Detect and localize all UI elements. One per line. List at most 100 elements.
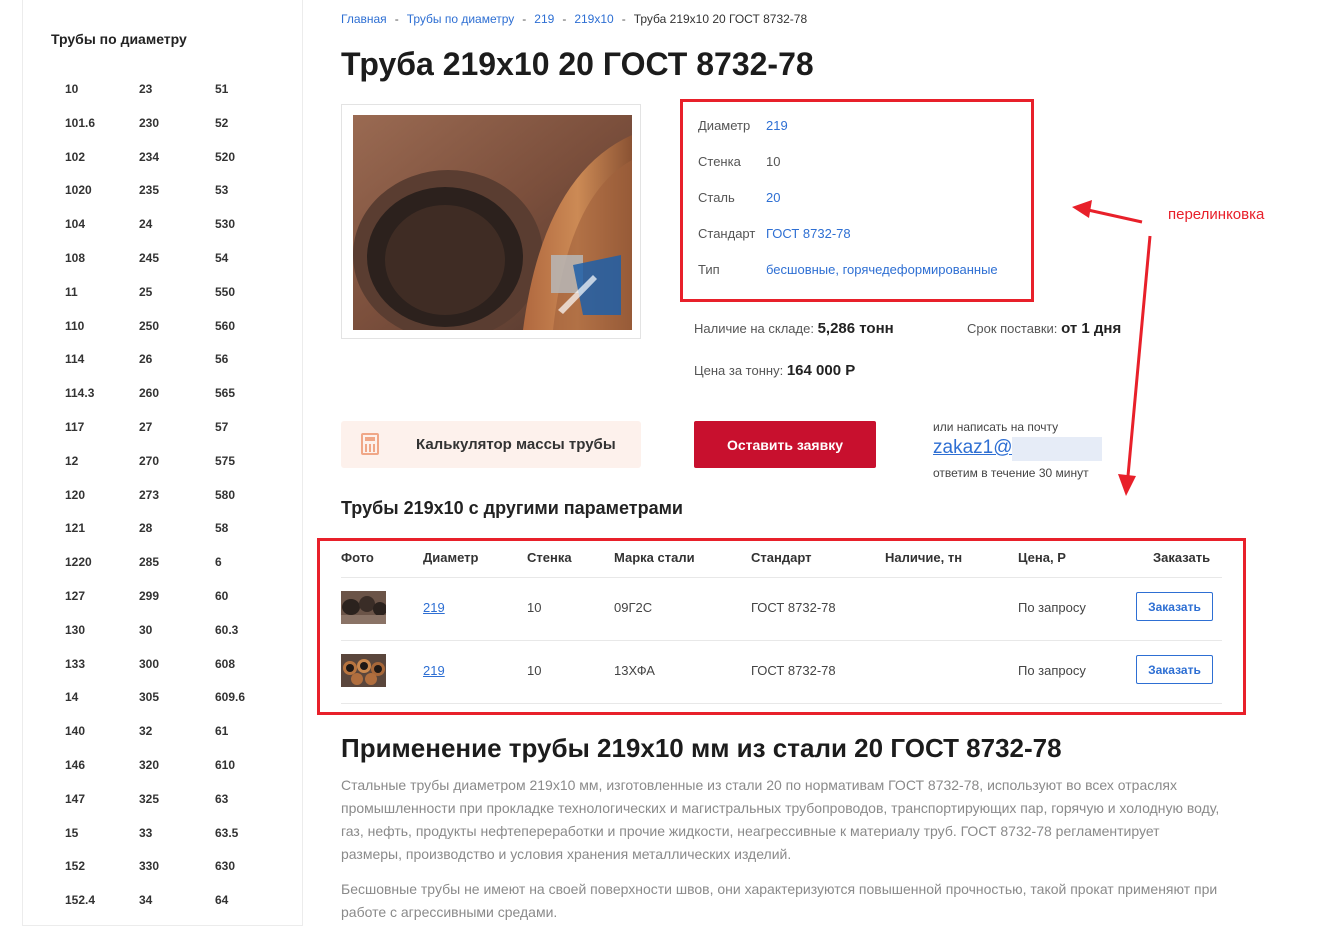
diameter-link[interactable]: 580 xyxy=(215,484,289,518)
row-order-button[interactable]: Заказать xyxy=(1136,592,1213,621)
product-image xyxy=(353,115,632,330)
property-value[interactable]: ГОСТ 8732-78 xyxy=(766,226,851,241)
breadcrumb-link[interactable]: Трубы по диаметру xyxy=(407,12,515,26)
diameter-link[interactable]: 117 xyxy=(65,416,139,450)
diameter-link[interactable]: 260 xyxy=(139,382,215,416)
diameter-link[interactable]: 108 xyxy=(65,247,139,281)
diameter-link[interactable]: 520 xyxy=(215,146,289,180)
diameter-link[interactable]: 30 xyxy=(139,619,215,653)
product-photo[interactable] xyxy=(341,104,641,339)
diameter-link[interactable]: 33 xyxy=(139,822,215,856)
diameter-link[interactable]: 15 xyxy=(65,822,139,856)
diameter-link[interactable]: 58 xyxy=(215,517,289,551)
diameter-link[interactable]: 330 xyxy=(139,855,215,889)
diameter-link[interactable]: 285 xyxy=(139,551,215,585)
diameter-link[interactable]: 14 xyxy=(65,686,139,720)
diameter-link[interactable]: 608 xyxy=(215,653,289,687)
diameter-link[interactable]: 230 xyxy=(139,112,215,146)
diameter-link[interactable]: 146 xyxy=(65,754,139,788)
diameter-link[interactable]: 565 xyxy=(215,382,289,416)
diameter-link[interactable]: 110 xyxy=(65,315,139,349)
diameter-link[interactable]: 1020 xyxy=(65,179,139,213)
diameter-link[interactable]: 609.6 xyxy=(215,686,289,720)
diameter-link[interactable]: 10 xyxy=(65,78,139,112)
diameter-link[interactable]: 121 xyxy=(65,517,139,551)
diameter-link[interactable]: 630 xyxy=(215,855,289,889)
leave-request-button[interactable]: Оставить заявку xyxy=(694,421,876,468)
diameter-link[interactable]: 102 xyxy=(65,146,139,180)
diameter-link[interactable]: 24 xyxy=(139,213,215,247)
breadcrumb-separator: - xyxy=(562,12,567,26)
diameter-link[interactable]: 104 xyxy=(65,213,139,247)
diameter-link[interactable]: 320 xyxy=(139,754,215,788)
breadcrumb-link[interactable]: 219 xyxy=(534,12,554,26)
diameter-link[interactable]: 299 xyxy=(139,585,215,619)
diameter-link[interactable]: 6 xyxy=(215,551,289,585)
diameter-link[interactable]: 250 xyxy=(139,315,215,349)
diameter-link[interactable]: 234 xyxy=(139,146,215,180)
diameter-link[interactable]: 64 xyxy=(215,889,289,923)
diameter-link[interactable]: 152.4 xyxy=(65,889,139,923)
diameter-link[interactable]: 120 xyxy=(65,484,139,518)
diameter-link[interactable]: 235 xyxy=(139,179,215,213)
diameter-link[interactable]: 127 xyxy=(65,585,139,619)
diameter-link[interactable]: 245 xyxy=(139,247,215,281)
diameter-link[interactable]: 140 xyxy=(65,720,139,754)
diameter-link[interactable]: 51 xyxy=(215,78,289,112)
diameter-link[interactable]: 23 xyxy=(139,78,215,112)
diameter-link[interactable]: 52 xyxy=(215,112,289,146)
diameter-link[interactable]: 57 xyxy=(215,416,289,450)
breadcrumb-link[interactable]: Главная xyxy=(341,12,387,26)
diameter-link[interactable]: 11 xyxy=(65,281,139,315)
diameter-link[interactable]: 63.5 xyxy=(215,822,289,856)
diameter-link[interactable]: 32 xyxy=(139,720,215,754)
table-header: Стенка xyxy=(527,550,572,565)
breadcrumb-link[interactable]: 219x10 xyxy=(574,12,613,26)
annotation-arrow-down xyxy=(1126,235,1152,477)
property-value[interactable]: 20 xyxy=(766,190,780,205)
diameter-link[interactable]: 114 xyxy=(65,348,139,382)
property-value[interactable]: 219 xyxy=(766,118,788,133)
diameter-link[interactable]: 1220 xyxy=(65,551,139,585)
diameter-link[interactable]: 12 xyxy=(65,450,139,484)
property-value[interactable]: бесшовные, горячедеформированные xyxy=(766,262,998,277)
diameter-link[interactable]: 34 xyxy=(139,889,215,923)
diameter-link[interactable]: 550 xyxy=(215,281,289,315)
diameter-link[interactable]: 270 xyxy=(139,450,215,484)
property-key: Диаметр xyxy=(698,118,751,133)
email-link[interactable]: zakaz1@ xyxy=(933,437,1013,459)
row-thumbnail xyxy=(341,654,386,687)
diameter-link[interactable]: 305 xyxy=(139,686,215,720)
row-order-button[interactable]: Заказать xyxy=(1136,655,1213,684)
property-value: 10 xyxy=(766,154,781,169)
diameter-link[interactable]: 560 xyxy=(215,315,289,349)
diameter-link[interactable]: 28 xyxy=(139,517,215,551)
diameter-link[interactable]: 530 xyxy=(215,213,289,247)
diameter-link[interactable]: 300 xyxy=(139,653,215,687)
diameter-link[interactable]: 61 xyxy=(215,720,289,754)
diameter-link[interactable]: 130 xyxy=(65,619,139,653)
diameter-link[interactable]: 152 xyxy=(65,855,139,889)
diameter-link[interactable]: 114.3 xyxy=(65,382,139,416)
diameter-link[interactable]: 54 xyxy=(215,247,289,281)
cell-diameter[interactable]: 219 xyxy=(423,663,445,678)
table-header: Цена, Р xyxy=(1018,550,1066,565)
cell-diameter[interactable]: 219 xyxy=(423,600,445,615)
diameter-link[interactable]: 133 xyxy=(65,653,139,687)
diameter-link[interactable]: 147 xyxy=(65,788,139,822)
diameter-link[interactable]: 63 xyxy=(215,788,289,822)
diameter-link[interactable]: 575 xyxy=(215,450,289,484)
diameter-link[interactable]: 325 xyxy=(139,788,215,822)
diameter-link[interactable]: 26 xyxy=(139,348,215,382)
diameter-list: 10 23 51 101.6 230 52 102 234 520 1020 235 53 104 24 5… xyxy=(65,78,289,923)
diameter-link[interactable]: 56 xyxy=(215,348,289,382)
diameter-link[interactable]: 60 xyxy=(215,585,289,619)
diameter-link[interactable]: 27 xyxy=(139,416,215,450)
diameter-link[interactable]: 53 xyxy=(215,179,289,213)
diameter-link[interactable]: 25 xyxy=(139,281,215,315)
diameter-link[interactable]: 60.3 xyxy=(215,619,289,653)
diameter-link[interactable]: 273 xyxy=(139,484,215,518)
calculator-button[interactable]: Калькулятор массы трубы xyxy=(341,421,641,468)
diameter-link[interactable]: 101.6 xyxy=(65,112,139,146)
diameter-link[interactable]: 610 xyxy=(215,754,289,788)
